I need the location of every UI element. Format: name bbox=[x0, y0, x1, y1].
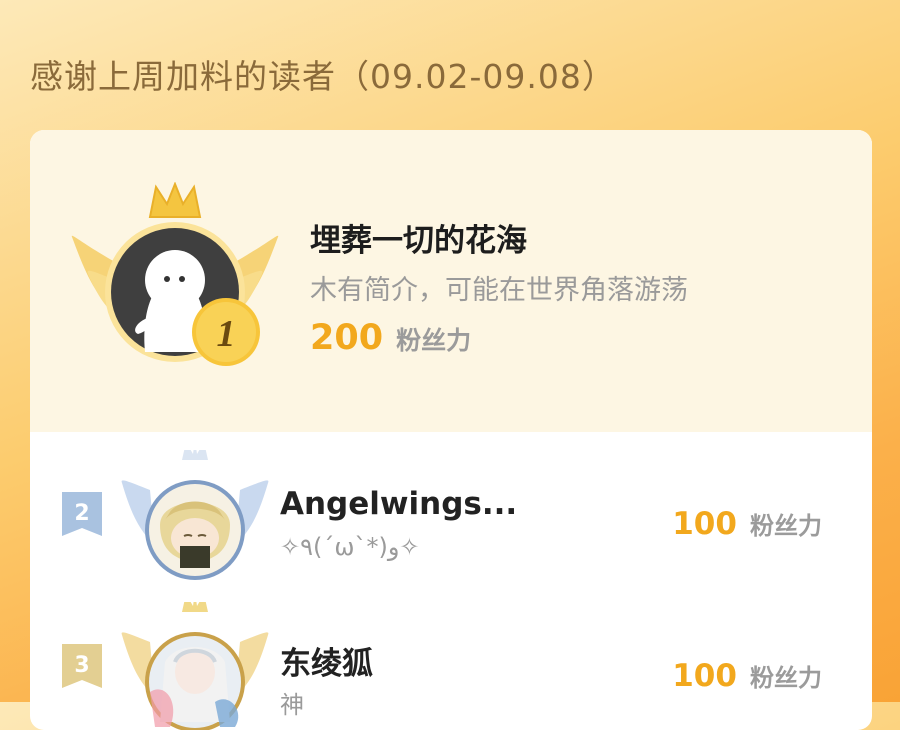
top-reader-avatar-badge[interactable]: 1 bbox=[70, 182, 280, 382]
top-reader-name[interactable]: 埋葬一切的花海 bbox=[310, 215, 527, 260]
crown-icon bbox=[148, 182, 202, 218]
reader-bio: 神 bbox=[280, 691, 304, 719]
top-reader[interactable]: 1 埋葬一切的花海 木有简介，可能在世界角落游荡 200 粉丝力 bbox=[30, 130, 872, 432]
page-title: 感谢上周加料的读者（09.02-09.08） bbox=[30, 57, 616, 96]
reader-name[interactable]: 东绫狐 bbox=[280, 638, 373, 683]
crown-icon bbox=[182, 450, 208, 460]
list-item[interactable]: 3 东绫狐 神 100 粉丝力 bbox=[30, 602, 872, 730]
points-value: 100 bbox=[672, 506, 737, 542]
svg-text:3: 3 bbox=[74, 653, 89, 678]
reader-points: 100 粉丝力 bbox=[672, 658, 822, 694]
rank-flag-icon: 2 bbox=[62, 492, 102, 536]
reader-name[interactable]: Angelwings... bbox=[280, 486, 517, 522]
svg-text:2: 2 bbox=[74, 501, 89, 526]
avatar[interactable] bbox=[120, 450, 270, 600]
points-unit: 粉丝力 bbox=[750, 664, 822, 692]
leaderboard-card: 1 埋葬一切的花海 木有简介，可能在世界角落游荡 200 粉丝力 2 Angel… bbox=[30, 130, 872, 730]
points-value: 200 bbox=[310, 318, 384, 358]
svg-text:1: 1 bbox=[217, 313, 236, 355]
reader-bio: ✧٩(ˊωˋ*)و✧ bbox=[280, 533, 420, 561]
points-value: 100 bbox=[672, 658, 737, 694]
points-unit: 粉丝力 bbox=[396, 326, 472, 355]
crown-icon bbox=[182, 602, 208, 612]
list-item[interactable]: 2 Angelwings... ✧٩(ˊωˋ*)و✧ 100 粉丝力 bbox=[30, 450, 872, 600]
reader-points: 100 粉丝力 bbox=[672, 506, 822, 542]
rank-medal-icon: 1 bbox=[192, 298, 260, 366]
top-reader-bio: 木有简介，可能在世界角落游荡 bbox=[310, 275, 688, 306]
top-reader-points: 200 粉丝力 bbox=[310, 318, 471, 358]
rank-flag-icon: 3 bbox=[62, 644, 102, 688]
avatar[interactable] bbox=[120, 602, 270, 730]
points-unit: 粉丝力 bbox=[750, 512, 822, 540]
